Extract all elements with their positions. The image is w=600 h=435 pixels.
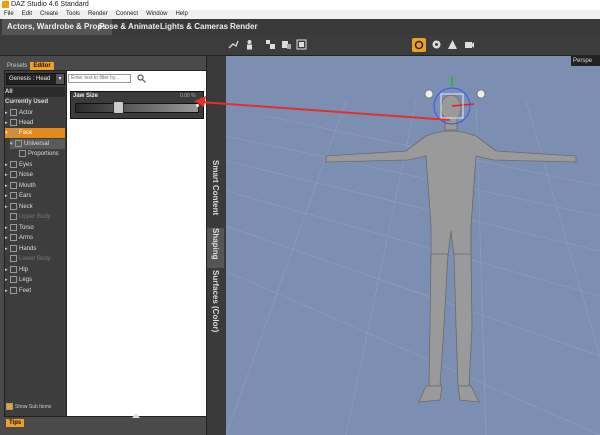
window-title: DAZ Studio 4.6 Standard [11,1,89,8]
tab-render[interactable]: Render [225,19,263,35]
scale-tool-icon[interactable] [265,39,276,50]
slider-label: Jaw Size [73,93,99,99]
title-bar: DAZ Studio 4.6 Standard [0,0,600,10]
checkbox-icon[interactable] [6,403,13,410]
menu-tools[interactable]: Tools [62,11,84,17]
geometry-tool-icon[interactable] [296,39,307,50]
pose-tool-icon[interactable] [244,39,255,50]
main-tab-bar: Actors, Wardrobe & Props Pose & Animate … [0,19,600,36]
scene-icon[interactable] [447,39,458,50]
camera-icon[interactable] [464,39,475,50]
tree-item-actor[interactable]: ▸ Actor [5,108,65,118]
tab-smart-content[interactable]: Smart Content [207,160,224,228]
tree-item-head[interactable]: ▸ Head [5,118,65,128]
active-pose-icon[interactable] [412,38,426,52]
tab-shaping[interactable]: Shaping [207,228,224,268]
tree-item-nose[interactable]: ▸ Nose [5,170,65,180]
filter-input[interactable] [68,74,131,83]
menu-create[interactable]: Create [36,11,62,17]
annotation-arrow [194,96,451,121]
tree-item-legs[interactable]: ▸ Legs [5,275,65,285]
slider-knob[interactable] [113,101,124,114]
tree-item-hip[interactable]: ▸ Hip [5,265,65,275]
tree-item-arms[interactable]: ▸ Arms [5,233,65,243]
menu-connect[interactable]: Connect [112,11,142,17]
editor-panel [66,70,208,417]
tree-item-universal[interactable]: ▾ Universal [10,139,65,149]
tree-item-lower-body[interactable]: Lower Body [5,254,65,264]
show-sub-items-checkbox[interactable]: Show Sub Items [6,403,66,410]
node-select-value: Genesis : Head [9,76,51,82]
tree-item-torso[interactable]: ▸ Torso [5,223,65,233]
node-tool-icon[interactable] [281,39,292,50]
tab-surfaces-color[interactable]: Surfaces (Color) [207,270,224,350]
tree-item-hands[interactable]: ▸ Hands [5,244,65,254]
tips-button[interactable]: Tips [6,419,25,427]
toolbar [0,35,600,56]
tree-item-eyes[interactable]: ▸ Eyes [5,160,65,170]
scroll-up-icon[interactable] [132,412,140,418]
tree-item-currently-used[interactable]: Currently Used [5,97,65,107]
menu-window[interactable]: Window [142,11,171,17]
pin-handle-icon[interactable] [476,89,486,99]
tree-item-all[interactable]: All [5,87,65,97]
tab-presets[interactable]: Presets [4,62,30,70]
tree-item-face[interactable]: ▾ Face [5,128,65,138]
app-logo-icon [2,1,9,8]
tree-item-ears[interactable]: ▸ Ears [5,191,65,201]
chevron-down-icon[interactable]: ▾ [56,74,64,84]
tree-item-feet[interactable]: ▸ Feet [5,286,65,296]
menu-render[interactable]: Render [84,11,112,17]
menu-file[interactable]: File [0,11,18,17]
slider-track[interactable] [75,103,199,113]
tree-item-neck[interactable]: ▸ Neck [5,202,65,212]
search-icon[interactable] [137,74,146,83]
menu-help[interactable]: Help [171,11,191,17]
menu-edit[interactable]: Edit [18,11,36,17]
tree-item-mouth[interactable]: ▸ Mouth [5,181,65,191]
tab-editor[interactable]: Editor [30,62,54,70]
pane-tabs: Presets Editor [4,59,54,70]
move-tool-icon[interactable] [228,39,239,50]
render-icon[interactable] [431,39,442,50]
menu-bar: File Edit Create Tools Render Connect Window He… [0,10,600,19]
viewport-camera-select[interactable]: Perspe [571,56,600,66]
tree-item-proportions[interactable]: Proportions [19,149,65,159]
tab-lights-cameras[interactable]: Lights & Cameras [155,19,233,35]
tree-item-upper-body[interactable]: Upper Body [5,212,65,222]
node-select[interactable]: Genesis : Head ▾ [6,73,65,85]
